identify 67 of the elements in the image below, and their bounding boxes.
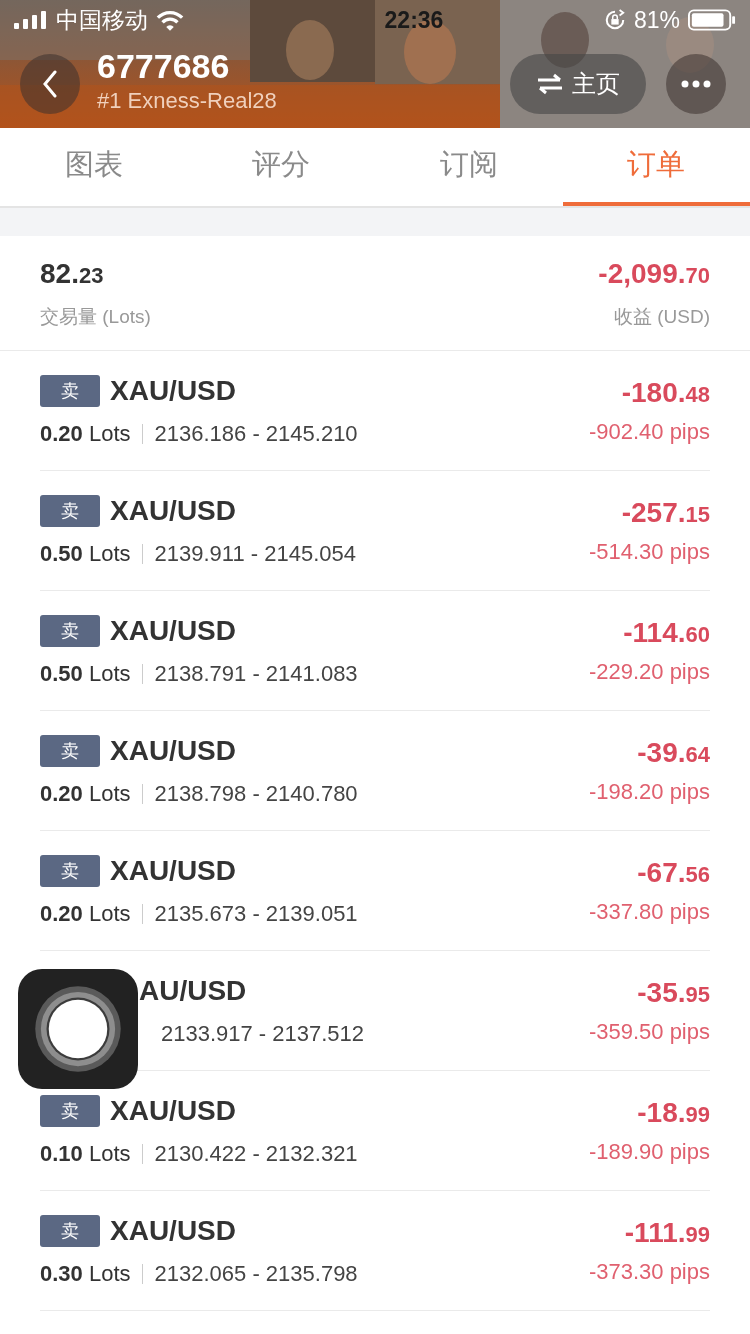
lot-size: 0.20 Lots <box>40 423 143 444</box>
signal-icon <box>14 11 48 29</box>
wifi-icon <box>156 9 184 31</box>
price-range: 2130.422 - 2132.321 <box>154 1140 358 1167</box>
symbol: XAU/USD <box>110 854 236 887</box>
swap-icon <box>536 72 564 96</box>
side-tag: 卖 <box>40 374 100 407</box>
lot-size: 0.20 Lots <box>40 903 143 924</box>
lot-size: 0.10 Lots <box>40 1143 143 1164</box>
side-tag: 卖 <box>40 1214 100 1247</box>
symbol: XAU/USD <box>110 734 236 767</box>
symbol: XAU/USD <box>110 494 236 527</box>
order-profit: -18.99 <box>636 1096 710 1129</box>
price-range: 2133.917 - 2137.512 <box>161 1020 365 1047</box>
lot-size: 0.50 Lots <box>40 663 143 684</box>
order-pips: -902.40 pips <box>588 418 710 445</box>
volume-value: 82.23 <box>40 258 105 290</box>
side-tag: 卖 <box>40 494 100 527</box>
order-profit: -180.48 <box>620 376 710 409</box>
lot-size: 0.20 Lots <box>40 783 143 804</box>
side-tag: 卖 <box>40 854 100 887</box>
order-profit: -35.95 <box>636 976 710 1009</box>
order-pips: -359.50 pips <box>588 1018 710 1045</box>
symbol: XAU/USD <box>110 1214 236 1247</box>
lot-size: 0.50 Lots <box>40 543 143 564</box>
order-pips: -189.90 pips <box>588 1138 710 1165</box>
carrier-name: 中国移动 <box>56 5 148 35</box>
order-pips: -337.80 pips <box>588 898 710 925</box>
price-range: 2139.911 - 2145.054 <box>154 540 356 567</box>
volume-label: 交易量 (Lots) <box>40 305 151 329</box>
more-icon <box>681 80 711 88</box>
back-button[interactable] <box>20 54 80 114</box>
order-profit: -39.64 <box>636 736 710 769</box>
home-button[interactable]: 主页 <box>510 54 646 114</box>
rotation-lock-icon <box>603 9 626 31</box>
order-pips: -198.20 pips <box>588 778 710 805</box>
battery-icon <box>688 9 736 31</box>
symbol: XAU/USD <box>110 374 236 407</box>
back-icon <box>42 70 58 98</box>
side-tag: 卖 <box>40 734 100 767</box>
home-circle-icon <box>33 984 123 1074</box>
order-pips: -373.30 pips <box>588 1258 710 1285</box>
profit-label: 收益 (USD) <box>612 305 710 329</box>
symbol: AU/USD <box>139 974 247 1007</box>
server-name: #1 Exness-Real28 <box>97 87 278 114</box>
price-range: 2132.065 - 2135.798 <box>154 1260 358 1287</box>
symbol: XAU/USD <box>110 614 236 647</box>
order-profit: -67.56 <box>636 856 710 889</box>
order-pips: -229.20 pips <box>588 658 710 685</box>
more-button[interactable] <box>666 54 726 114</box>
profit-value: -2,099.70 <box>598 258 710 290</box>
price-range: 2135.673 - 2139.051 <box>154 900 358 927</box>
side-tag: 卖 <box>40 1094 100 1127</box>
assistive-touch-button[interactable] <box>18 969 138 1089</box>
status-time: 22:36 <box>384 6 444 34</box>
symbol: XAU/USD <box>110 1094 236 1127</box>
order-profit: -111.99 <box>623 1216 710 1249</box>
order-profit: -257.15 <box>620 496 710 529</box>
battery-percent: 81% <box>633 6 680 34</box>
lot-size: 0.30 Lots <box>40 1263 143 1284</box>
account-number: 6777686 <box>97 46 231 86</box>
price-range: 2136.186 - 2145.210 <box>154 420 358 447</box>
order-profit: -114.60 <box>622 616 710 649</box>
price-range: 2138.791 - 2141.083 <box>154 660 358 687</box>
side-tag: 卖 <box>40 614 100 647</box>
order-pips: -514.30 pips <box>588 538 710 565</box>
price-range: 2138.798 - 2140.780 <box>154 780 358 807</box>
